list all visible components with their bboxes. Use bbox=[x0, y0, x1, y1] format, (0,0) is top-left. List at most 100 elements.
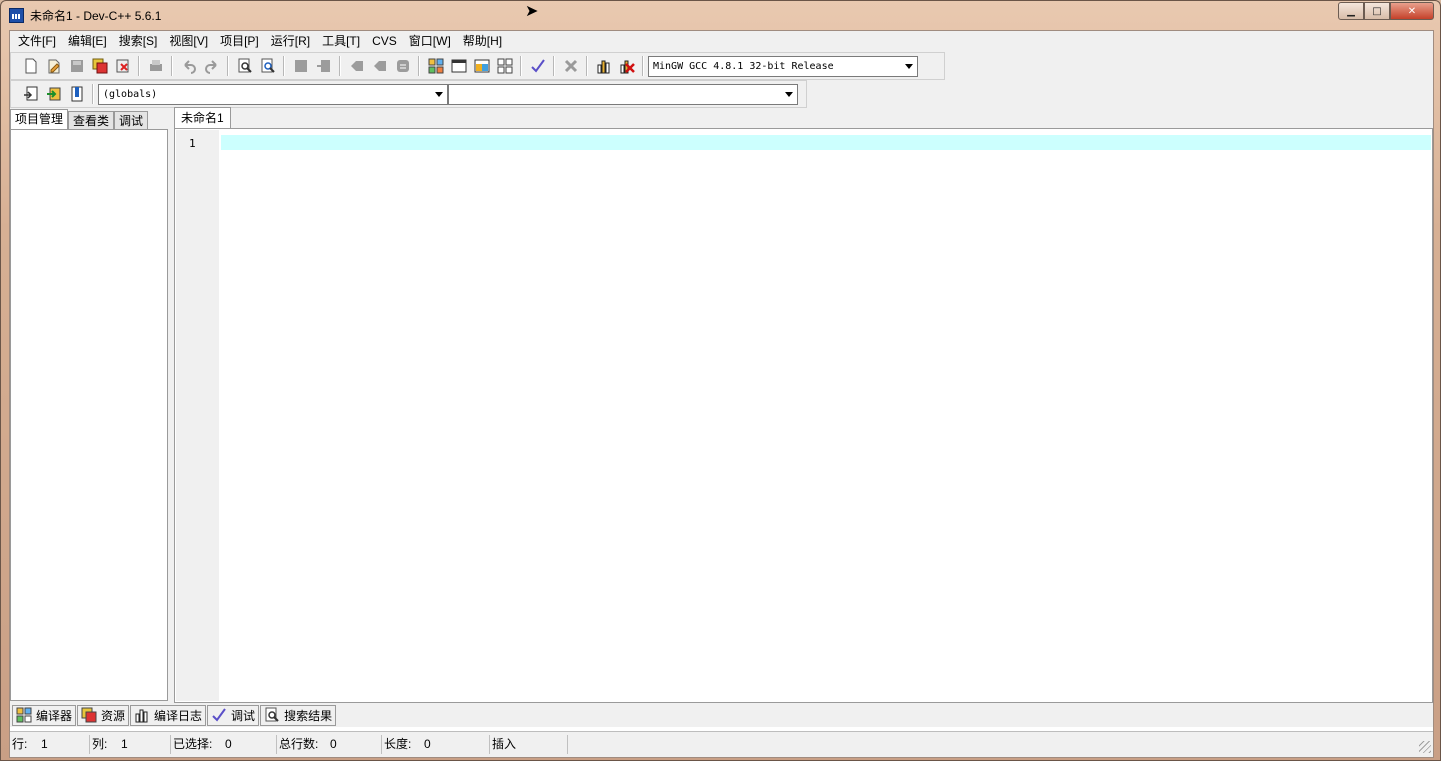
toolbar-separator bbox=[138, 56, 140, 76]
tab-search-results-label: 搜索结果 bbox=[284, 708, 333, 723]
menu-help[interactable]: 帮助[H] bbox=[457, 32, 508, 51]
line-number-gutter: 1 bbox=[176, 130, 219, 701]
status-insert-mode: 插入 bbox=[490, 735, 568, 754]
run-button[interactable] bbox=[447, 55, 470, 77]
left-panel-tabs: 项目管理 查看类 调试 bbox=[10, 109, 149, 130]
goto-line-button[interactable] bbox=[312, 55, 335, 77]
indent-left-button[interactable] bbox=[289, 55, 312, 77]
toolbar-separator bbox=[171, 56, 173, 76]
toolbar-separator bbox=[283, 56, 285, 76]
save-all-button[interactable] bbox=[88, 55, 111, 77]
editor-tab-untitled[interactable]: 未命名1 bbox=[174, 107, 231, 129]
tab-debug-output[interactable]: 调试 bbox=[207, 704, 260, 726]
close-button[interactable]: ✕ bbox=[1390, 2, 1434, 20]
compile-run-button[interactable] bbox=[470, 55, 493, 77]
scope-select[interactable]: (globals) bbox=[98, 83, 448, 105]
open-file-button[interactable] bbox=[42, 55, 65, 77]
rebuild-all-button[interactable] bbox=[493, 55, 516, 77]
toolbar-separator bbox=[418, 56, 420, 76]
print-button[interactable] bbox=[144, 55, 167, 77]
resize-grip-icon[interactable] bbox=[1419, 741, 1431, 753]
new-file-button[interactable] bbox=[19, 55, 42, 77]
stop-button[interactable] bbox=[559, 55, 582, 77]
goto-declaration-icon bbox=[46, 87, 60, 101]
compile-grid-icon bbox=[428, 58, 443, 74]
next-bookmark-button[interactable] bbox=[368, 55, 391, 77]
compiler-select-value: MinGW GCC 4.8.1 32-bit Release bbox=[653, 60, 834, 72]
tab-search-results[interactable]: 搜索结果 bbox=[260, 704, 337, 726]
menu-view[interactable]: 视图[V] bbox=[163, 32, 214, 51]
find-icon bbox=[238, 58, 252, 73]
class-toolbar: (globals) bbox=[10, 80, 807, 108]
delete-profile-button[interactable] bbox=[615, 55, 638, 77]
menu-search[interactable]: 搜索[S] bbox=[113, 32, 164, 51]
mouse-cursor-icon: ➤ bbox=[525, 1, 539, 20]
dropdown-arrow-icon bbox=[785, 91, 793, 97]
save-button[interactable] bbox=[65, 55, 88, 77]
minimize-button[interactable]: ▁ bbox=[1338, 2, 1364, 20]
output-tabs: 编译器 资源 编译日志 调试 搜索结果 bbox=[10, 703, 1433, 727]
devcpp-app-icon[interactable] bbox=[9, 8, 24, 23]
code-text-area[interactable] bbox=[219, 130, 1431, 701]
status-total-label: 总行数: bbox=[279, 737, 319, 751]
line-number: 1 bbox=[189, 137, 196, 150]
tab-project[interactable]: 项目管理 bbox=[10, 109, 69, 130]
redo-button[interactable] bbox=[200, 55, 223, 77]
menu-cvs[interactable]: CVS bbox=[366, 32, 403, 51]
bookmark-icon bbox=[71, 86, 82, 102]
member-select[interactable] bbox=[448, 83, 798, 105]
delete-chart-icon bbox=[620, 60, 635, 74]
status-bar: 行: 1 列: 1 已选择: 0 总行数: 0 长度: 0 插入 bbox=[10, 734, 1433, 755]
bookmark-prev-icon bbox=[350, 61, 363, 71]
main-toolbar: MinGW GCC 4.8.1 32-bit Release bbox=[10, 52, 945, 80]
tab-debug[interactable]: 调试 bbox=[114, 111, 149, 130]
insert-icon bbox=[23, 86, 37, 101]
menu-project[interactable]: 项目[P] bbox=[214, 32, 265, 51]
goto-declaration-button[interactable] bbox=[42, 83, 65, 105]
syntax-check-button[interactable] bbox=[526, 55, 549, 77]
compile-run-icon bbox=[474, 59, 489, 73]
toolbar-separator bbox=[520, 56, 522, 76]
close-file-icon bbox=[116, 59, 128, 73]
open-file-icon bbox=[48, 59, 60, 74]
menu-tools[interactable]: 工具[T] bbox=[316, 32, 366, 51]
bar-chart-icon bbox=[135, 709, 148, 723]
toggle-comment-button[interactable] bbox=[391, 55, 414, 77]
editor-area: 未命名1 1 bbox=[174, 105, 1433, 703]
compile-button[interactable] bbox=[424, 55, 447, 77]
replace-button[interactable] bbox=[256, 55, 279, 77]
insert-button[interactable] bbox=[19, 83, 42, 105]
project-tree[interactable] bbox=[10, 129, 168, 701]
undo-button[interactable] bbox=[177, 55, 200, 77]
tab-resources-label: 资源 bbox=[101, 708, 126, 723]
menu-run[interactable]: 运行[R] bbox=[265, 32, 316, 51]
maximize-button[interactable]: □ bbox=[1364, 2, 1390, 20]
left-panel: 项目管理 查看类 调试 bbox=[10, 109, 168, 701]
tab-compiler-label: 编译器 bbox=[36, 708, 73, 723]
close-file-button[interactable] bbox=[111, 55, 134, 77]
status-length-value: 0 bbox=[424, 737, 431, 751]
find-button[interactable] bbox=[233, 55, 256, 77]
title-bar[interactable]: 未命名1 - Dev-C++ 5.6.1 ➤ ▁ □ ✕ bbox=[1, 1, 1440, 29]
bookmark-button[interactable] bbox=[65, 83, 88, 105]
profile-button[interactable] bbox=[592, 55, 615, 77]
menu-file[interactable]: 文件[F] bbox=[12, 32, 62, 51]
close-icon: ✕ bbox=[1407, 5, 1417, 17]
tab-classes[interactable]: 查看类 bbox=[68, 111, 115, 130]
new-file-icon bbox=[25, 58, 36, 74]
stop-x-icon bbox=[564, 59, 577, 73]
tab-resources[interactable]: 资源 bbox=[77, 704, 130, 726]
tab-compile-log-label: 编译日志 bbox=[154, 708, 203, 723]
menu-window[interactable]: 窗口[W] bbox=[403, 32, 457, 51]
save-icon bbox=[70, 60, 83, 72]
check-icon bbox=[212, 708, 226, 722]
tab-compile-log[interactable]: 编译日志 bbox=[130, 704, 207, 726]
prev-bookmark-button[interactable] bbox=[345, 55, 368, 77]
compiler-select[interactable]: MinGW GCC 4.8.1 32-bit Release bbox=[648, 55, 918, 77]
menu-edit[interactable]: 编辑[E] bbox=[62, 32, 113, 51]
toolbar-separator bbox=[642, 56, 644, 76]
output-panel-strip[interactable] bbox=[10, 727, 1433, 732]
comment-icon bbox=[396, 60, 409, 72]
tab-compiler[interactable]: 编译器 bbox=[12, 704, 77, 726]
code-editor[interactable]: 1 bbox=[174, 128, 1433, 703]
